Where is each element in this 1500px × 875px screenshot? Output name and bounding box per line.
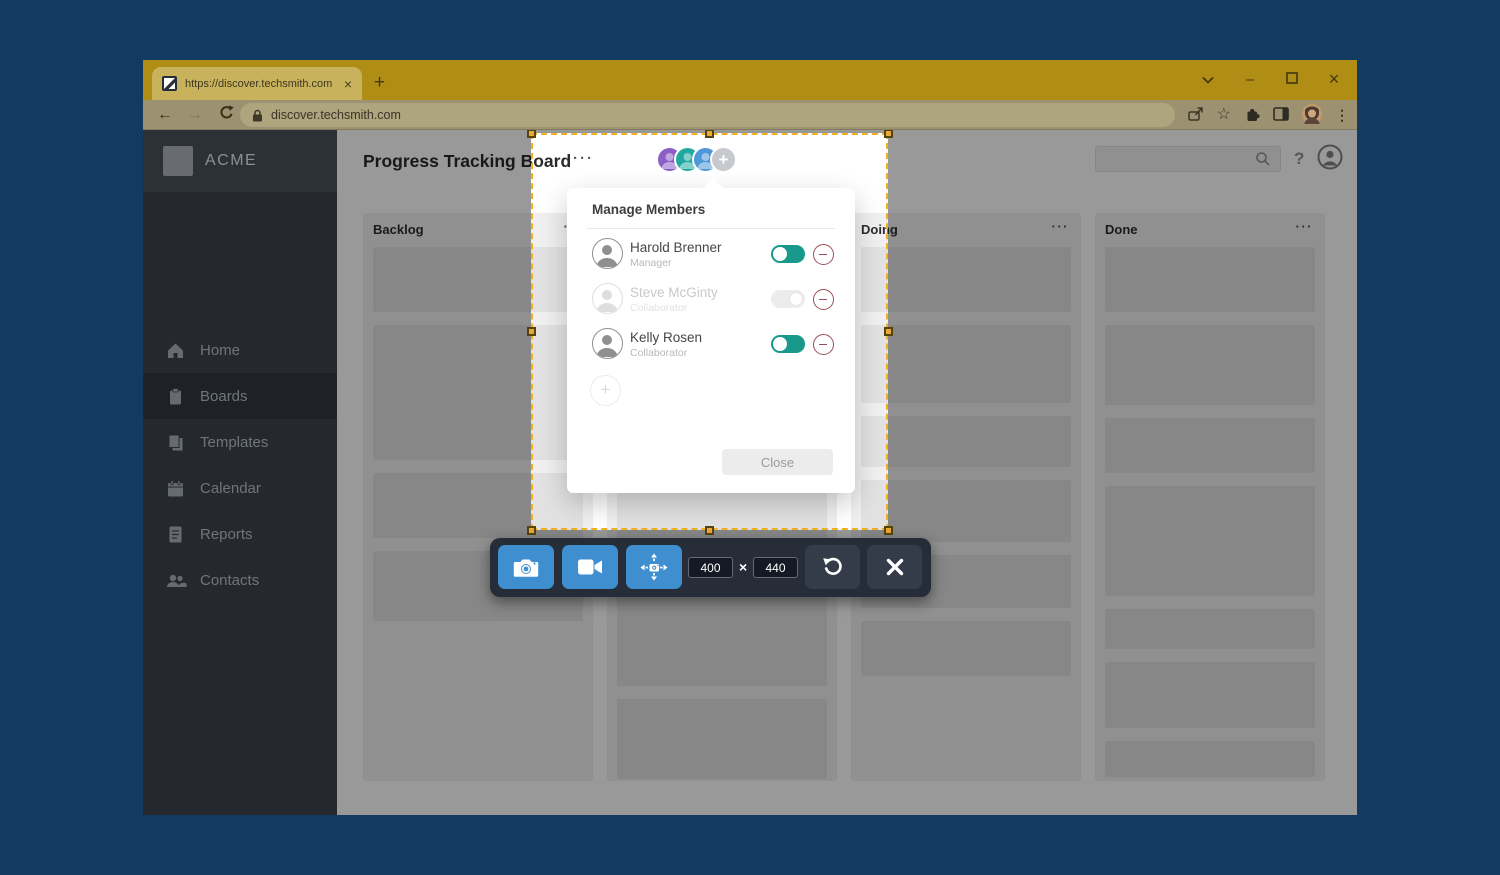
forward-icon[interactable]: → <box>187 106 203 123</box>
video-capture-button[interactable] <box>562 545 618 589</box>
capture-handle-top-left[interactable] <box>526 130 536 138</box>
capture-handle-bottom-left[interactable] <box>526 525 536 535</box>
video-camera-icon <box>578 559 602 575</box>
window-chevron-icon[interactable] <box>1199 71 1217 88</box>
sidebar-item-boards[interactable]: Boards <box>143 373 337 419</box>
image-capture-button[interactable] <box>498 545 554 589</box>
board-card-placeholder[interactable] <box>1105 486 1315 596</box>
reports-icon <box>166 525 185 544</box>
capture-toolbar: × <box>490 538 931 597</box>
close-x-icon <box>886 558 903 576</box>
board-card-placeholder[interactable] <box>861 416 1071 467</box>
bookmark-star-icon[interactable]: ☆ <box>1217 107 1231 123</box>
window-minimize-button[interactable]: – <box>1241 71 1259 88</box>
capture-height-input[interactable] <box>753 557 798 578</box>
cancel-capture-button[interactable] <box>867 545 922 589</box>
sidebar-item-calendar[interactable]: Calendar <box>143 465 337 511</box>
browser-menu-icon[interactable]: ⋮ <box>1335 108 1349 122</box>
browser-window: https://discover.techsmith.com × + – × ←… <box>143 60 1357 815</box>
undo-redo-icon <box>822 557 842 575</box>
app-sidebar: ACME Home Boards Templates Calendar Repo… <box>143 130 337 815</box>
board-card-placeholder[interactable] <box>1105 609 1315 649</box>
brand-header: ACME <box>143 130 337 192</box>
share-icon[interactable] <box>1187 106 1204 124</box>
restart-selection-button[interactable] <box>805 545 860 589</box>
browser-tab[interactable]: https://discover.techsmith.com × <box>152 67 362 100</box>
board-card-placeholder[interactable] <box>1105 418 1315 473</box>
board-card-placeholder[interactable] <box>1105 325 1315 405</box>
capture-handle-middle-left[interactable] <box>526 327 536 336</box>
browser-toolbar: ← → discover.techsmith.com ☆ ⋮ <box>143 100 1357 130</box>
url-bar[interactable]: discover.techsmith.com <box>240 103 1175 127</box>
board-card-placeholder[interactable] <box>1105 247 1315 312</box>
sidebar-item-contacts[interactable]: Contacts <box>143 557 337 603</box>
capture-handle-top-middle[interactable] <box>705 130 714 138</box>
help-icon[interactable]: ? <box>1294 149 1304 169</box>
board-card-placeholder[interactable] <box>861 247 1071 312</box>
dimensions-times-icon: × <box>739 559 748 575</box>
new-tab-button[interactable]: + <box>374 73 385 92</box>
reload-icon[interactable] <box>219 105 234 124</box>
move-region-button[interactable] <box>626 545 682 589</box>
board-card-placeholder[interactable] <box>861 480 1071 542</box>
board-card-placeholder[interactable] <box>861 621 1071 676</box>
window-close-button[interactable]: × <box>1325 69 1343 90</box>
url-text: discover.techsmith.com <box>271 108 401 122</box>
move-crosshair-icon <box>640 553 668 581</box>
boards-icon <box>166 387 185 406</box>
contacts-icon <box>166 571 187 590</box>
lock-icon <box>253 109 262 121</box>
site-favicon-icon <box>162 76 177 91</box>
home-icon <box>166 341 185 360</box>
extensions-puzzle-icon[interactable] <box>1244 106 1260 124</box>
column-title: Done <box>1105 222 1138 237</box>
board-column-done: Done ··· <box>1095 213 1325 781</box>
board-card-placeholder[interactable] <box>861 325 1071 403</box>
sidebar-item-home[interactable]: Home <box>143 327 337 373</box>
board-card-placeholder[interactable] <box>1105 741 1315 777</box>
web-page: ACME Home Boards Templates Calendar Repo… <box>143 130 1357 815</box>
sidebar-item-templates[interactable]: Templates <box>143 419 337 465</box>
search-input[interactable] <box>1095 146 1281 172</box>
capture-region-border[interactable] <box>531 133 888 530</box>
tab-close-icon[interactable]: × <box>344 76 352 92</box>
board-card-placeholder[interactable] <box>617 699 827 779</box>
capture-handle-bottom-middle[interactable] <box>705 525 714 535</box>
capture-handle-top-right[interactable] <box>883 130 893 138</box>
board-card-placeholder[interactable] <box>1105 662 1315 728</box>
camera-icon <box>513 559 539 577</box>
templates-icon <box>166 433 185 452</box>
sidebar-item-reports[interactable]: Reports <box>143 511 337 557</box>
account-avatar-icon[interactable] <box>1317 144 1343 170</box>
window-maximize-button[interactable] <box>1283 71 1301 88</box>
side-panel-icon[interactable] <box>1273 107 1289 123</box>
column-title: Backlog <box>373 222 424 237</box>
desktop-backdrop: https://discover.techsmith.com × + – × ←… <box>0 0 1500 875</box>
back-icon[interactable]: ← <box>157 106 173 123</box>
tab-title: https://discover.techsmith.com <box>185 77 333 90</box>
capture-width-input[interactable] <box>688 557 733 578</box>
column-menu-icon[interactable]: ··· <box>1296 219 1314 234</box>
capture-handle-bottom-right[interactable] <box>883 525 893 535</box>
capture-handle-middle-right[interactable] <box>883 327 893 336</box>
brand-name: ACME <box>205 152 258 169</box>
column-menu-icon[interactable]: ··· <box>1052 219 1070 234</box>
calendar-icon <box>166 479 185 498</box>
brand-logo <box>163 146 193 176</box>
profile-avatar[interactable] <box>1302 104 1322 126</box>
browser-titlebar: https://discover.techsmith.com × + – × <box>143 60 1357 100</box>
